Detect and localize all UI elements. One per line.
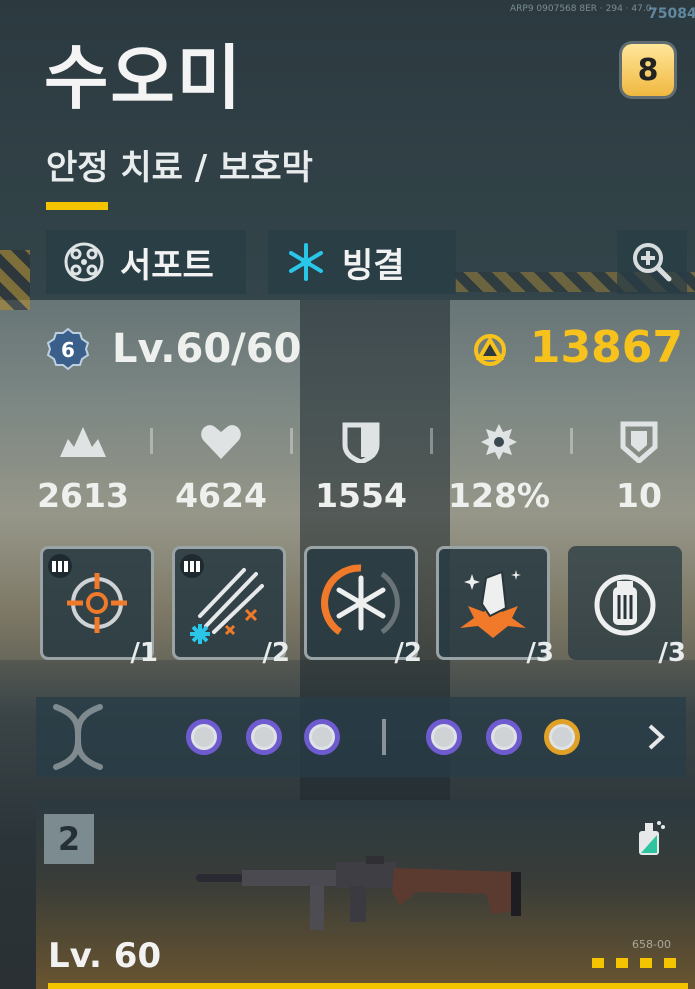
stat-crit: 128% — [434, 420, 564, 515]
mod-slot-2[interactable] — [246, 719, 282, 755]
weapon-code: 658-00 — [632, 938, 671, 951]
spray-paint-icon[interactable] — [630, 816, 670, 860]
stat-armor: 10 — [574, 420, 695, 515]
skill-count: /2 — [394, 638, 422, 668]
element-label: 빙결 — [342, 245, 405, 286]
zoom-button[interactable] — [617, 230, 687, 294]
health-icon — [156, 420, 286, 464]
skill-freeze-aura[interactable]: /2 — [304, 546, 422, 668]
class-tag[interactable]: 서포트 — [46, 230, 246, 294]
stat-defense: 1554 — [296, 420, 426, 515]
level-text: Lv.60/60 — [112, 326, 302, 372]
crosshair-icon — [67, 573, 127, 633]
combat-power-value: 13867 — [529, 322, 683, 373]
weapon-panel[interactable]: 2 Lv. 60 658-00 — [36, 800, 695, 989]
level-badge-icon: 6 — [46, 327, 90, 371]
freeze-aura-icon — [321, 564, 400, 635]
skill-count: /2 — [262, 638, 290, 668]
mod-slot-6[interactable] — [544, 719, 580, 755]
ammo-icon — [180, 554, 204, 578]
class-label: 서포트 — [120, 245, 214, 286]
svg-text:6: 6 — [61, 338, 75, 362]
armor-icon — [574, 420, 695, 464]
mod-slot-4[interactable] — [426, 719, 462, 755]
smg-weapon-image — [196, 856, 521, 930]
mod-slot-1[interactable] — [186, 719, 222, 755]
crit-icon — [434, 420, 564, 464]
stat-health: 4624 — [156, 420, 286, 515]
mod-divider — [382, 719, 386, 755]
combat-power-icon — [473, 333, 506, 366]
stat-health-value: 4624 — [175, 476, 267, 515]
attack-icon — [18, 420, 148, 464]
ice-canister-icon — [594, 574, 656, 636]
snowflake-icon — [284, 240, 328, 284]
skill-ice-canister[interactable]: /3 — [568, 546, 686, 668]
skill-count: /3 — [526, 638, 554, 668]
element-tag[interactable]: 빙결 — [268, 230, 456, 294]
title-accent-bar — [46, 202, 108, 210]
hud-code-text: ARP9 0907568 8ER · 294 · 47.0 — [510, 4, 652, 14]
stat-defense-value: 1554 — [315, 476, 407, 515]
stat-attack-value: 2613 — [37, 476, 129, 515]
stat-armor-value: 10 — [616, 476, 662, 515]
stat-divider — [430, 428, 433, 454]
weapon-slot-number: 2 — [44, 814, 94, 864]
rank-badge[interactable]: 8 — [622, 44, 674, 96]
skill-basic-shot[interactable]: /1 — [40, 546, 158, 668]
hud-counter: 75084 — [648, 6, 695, 22]
stat-divider — [290, 428, 293, 454]
character-role: 안정 치료 / 보호막 — [46, 148, 313, 188]
stat-divider — [150, 428, 153, 454]
skill-count: /3 — [658, 638, 686, 668]
stat-attack: 2613 — [18, 420, 148, 515]
stat-divider — [570, 428, 573, 454]
weapon-rarity-bar — [48, 983, 688, 989]
mod-slot-bar[interactable] — [36, 697, 686, 777]
support-crosshair-icon — [62, 240, 106, 284]
crystal-burst-icon — [460, 570, 526, 638]
skill-crystal-burst[interactable]: /3 — [436, 546, 554, 668]
zoom-in-icon — [633, 243, 672, 282]
chevron-right-icon[interactable] — [636, 713, 676, 761]
level-row: 6 Lv.60/60 — [46, 326, 301, 372]
character-name: 수오미 — [44, 37, 244, 119]
dna-helix-icon — [53, 704, 103, 770]
combat-power-row: 13867 — [470, 322, 683, 373]
mod-slot-5[interactable] — [486, 719, 522, 755]
defense-icon — [296, 420, 426, 464]
skill-count: /1 — [130, 638, 158, 668]
stat-crit-value: 128% — [448, 476, 550, 515]
mod-slot-3[interactable] — [304, 719, 340, 755]
weapon-star-dots — [592, 958, 676, 968]
ammo-icon — [48, 554, 72, 578]
skill-ice-barrage[interactable]: /2 — [172, 546, 290, 668]
weapon-level: Lv. 60 — [48, 936, 162, 976]
